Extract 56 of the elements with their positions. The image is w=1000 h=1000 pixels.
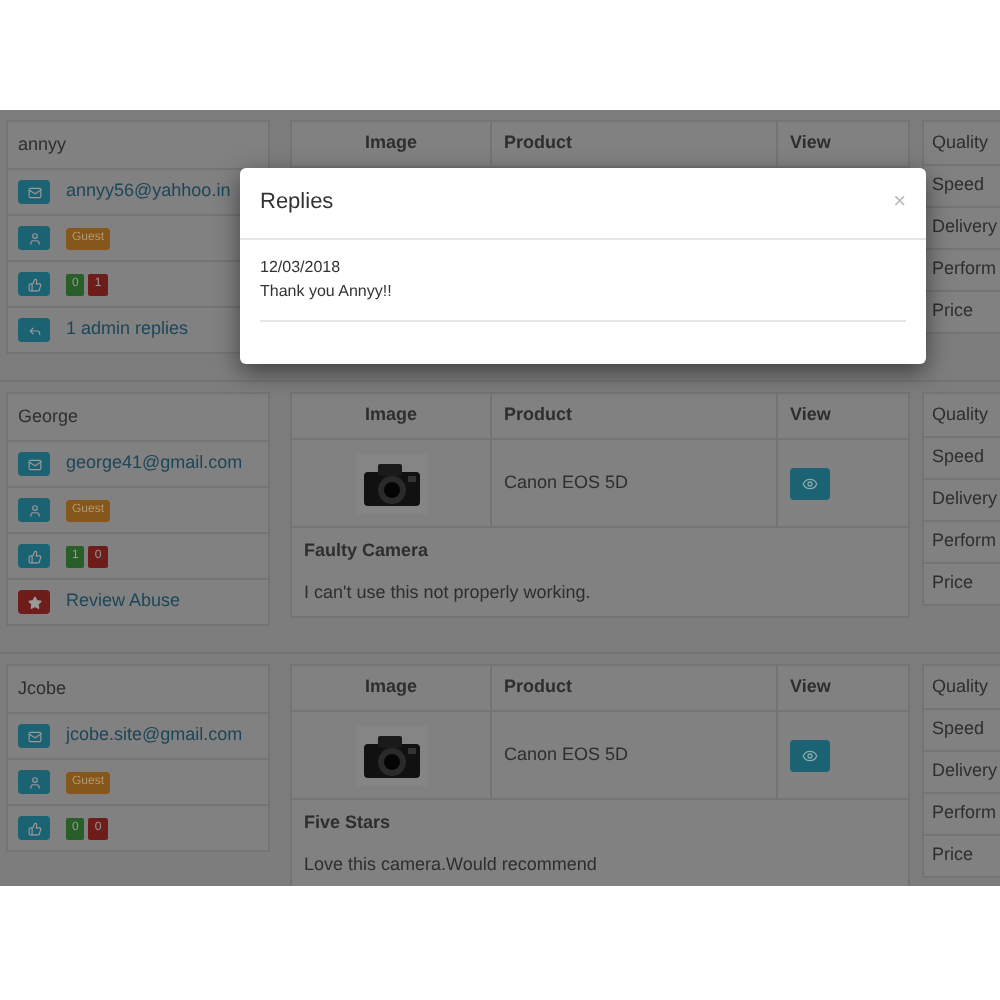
column-header: Product xyxy=(504,130,573,157)
eye-icon xyxy=(802,475,818,491)
reply-date: 12/03/2018 xyxy=(260,256,343,280)
rating-label: Delivery xyxy=(932,758,998,785)
product-name: Canon EOS 5D xyxy=(504,741,629,768)
user-name: George xyxy=(18,403,79,430)
replies-link[interactable]: 1 admin replies xyxy=(66,316,189,344)
thumbs-up-icon[interactable] xyxy=(18,272,50,296)
abuse-link[interactable]: Review Abuse xyxy=(66,588,181,616)
user-name: annyy xyxy=(18,131,67,158)
column-header: View xyxy=(790,402,831,429)
rating-label: Quality xyxy=(932,401,989,428)
column-header: View xyxy=(790,674,831,701)
rating-label: Perform xyxy=(932,528,997,555)
user-name: Jcobe xyxy=(18,675,67,702)
thumbs-up-icon[interactable] xyxy=(18,816,50,840)
reply-message: Thank you Annyy!! xyxy=(260,280,394,304)
product-name: Canon EOS 5D xyxy=(504,469,629,496)
rating-label: Perform xyxy=(932,800,997,827)
rating-label: Price xyxy=(932,842,974,869)
rating-label: Delivery xyxy=(932,486,998,513)
rating-label: Quality xyxy=(932,673,989,700)
column-header: Image xyxy=(364,130,417,157)
close-button[interactable]: × xyxy=(893,186,906,220)
rating-label: Speed xyxy=(932,172,985,199)
user-icon[interactable] xyxy=(18,226,50,250)
rating-label: Price xyxy=(932,298,974,325)
review-text: Love this camera.Would recommend xyxy=(304,851,599,877)
rating-label: Delivery xyxy=(932,214,998,241)
view-button[interactable] xyxy=(790,467,830,499)
rating-label: Speed xyxy=(932,716,985,743)
email-link[interactable]: jcobe.site@gmail.com xyxy=(66,722,243,750)
mail-icon[interactable] xyxy=(18,452,50,476)
review-text: I can't use this not properly working. xyxy=(304,579,593,606)
column-header: Product xyxy=(504,674,573,701)
column-header: Image xyxy=(364,674,417,701)
eye-icon xyxy=(802,747,818,763)
reply-icon[interactable] xyxy=(18,318,50,342)
dialog-title: Replies xyxy=(260,188,334,219)
email-link[interactable]: annyy56@yahhoo.in xyxy=(66,178,231,206)
view-button[interactable] xyxy=(790,739,830,771)
mail-icon[interactable] xyxy=(18,724,50,748)
rating-label: Quality xyxy=(932,129,989,156)
rating-label: Price xyxy=(932,570,974,597)
column-header: View xyxy=(790,130,831,157)
email-link[interactable]: george41@gmail.com xyxy=(66,450,243,478)
thumbs-up-icon[interactable] xyxy=(18,544,50,568)
column-header: Image xyxy=(364,402,417,429)
user-icon[interactable] xyxy=(18,498,50,522)
review-title: Faulty Camera xyxy=(304,538,431,564)
mail-icon[interactable] xyxy=(18,180,50,204)
rating-label: Speed xyxy=(932,444,985,471)
rating-label: Perform xyxy=(932,256,997,283)
review-title: Five Stars xyxy=(304,810,393,836)
column-header: Product xyxy=(504,402,573,429)
user-icon[interactable] xyxy=(18,770,50,794)
